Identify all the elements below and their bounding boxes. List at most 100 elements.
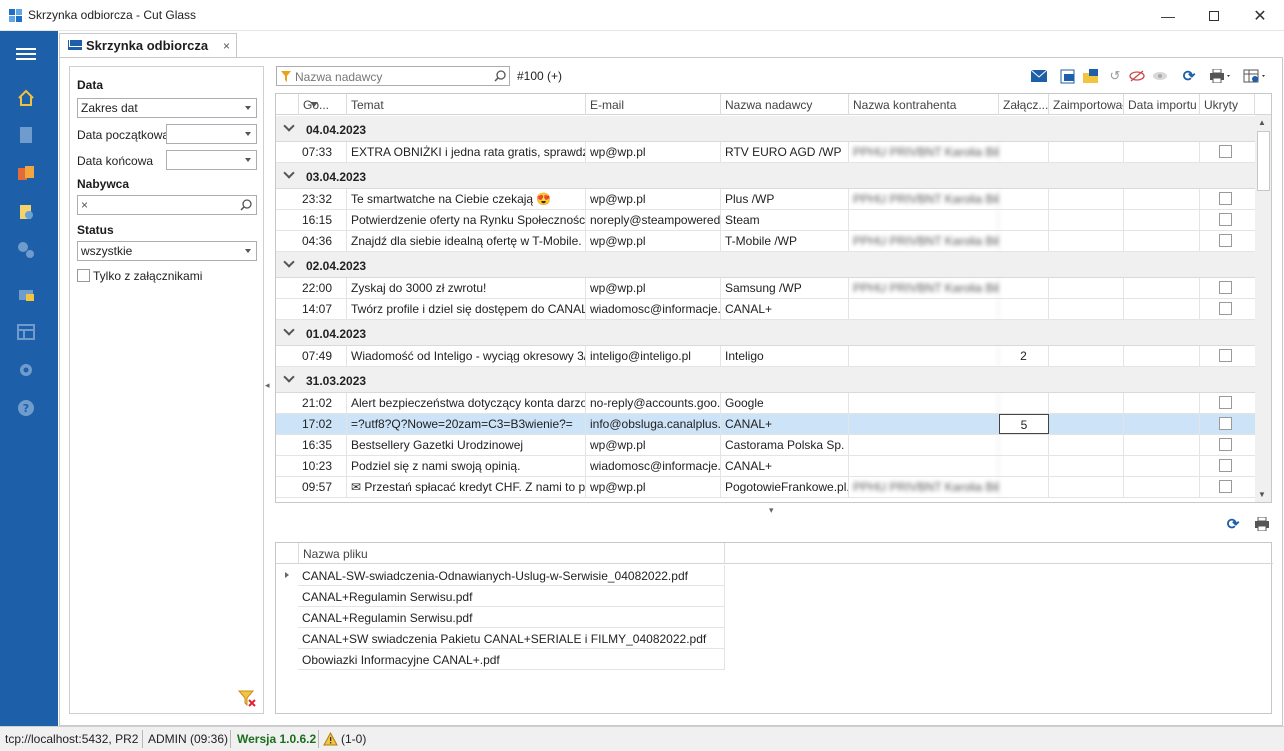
table-row[interactable]: 10:23 Podziel się z nami swoją opinią. wia…: [276, 456, 1255, 477]
settings-icon[interactable]: [15, 359, 37, 381]
hidden-checkbox[interactable]: [1219, 417, 1232, 430]
table-row[interactable]: 21:02 Alert bezpieczeństwa dotyczący kont…: [276, 393, 1255, 414]
attachment-file-row[interactable]: CANAL+Regulamin Serwisu.pdf: [298, 607, 725, 628]
cell-col-email: wp@wp.pl: [586, 435, 721, 455]
hidden-checkbox[interactable]: [1219, 234, 1232, 247]
column-header-col-import-date[interactable]: Data importu: [1124, 94, 1200, 115]
attachment-file-row[interactable]: CANAL+Regulamin Serwisu.pdf: [298, 586, 725, 607]
cell-col-time: 07:33: [298, 142, 347, 162]
hidden-checkbox[interactable]: [1219, 302, 1232, 315]
hidden-checkbox[interactable]: [1219, 459, 1232, 472]
collapse-group-icon[interactable]: [283, 120, 295, 132]
warning-icon[interactable]: [323, 732, 338, 746]
book-icon[interactable]: [15, 124, 37, 146]
table-icon[interactable]: [15, 321, 37, 343]
end-date-field[interactable]: [166, 150, 257, 170]
window-title: Skrzynka odbiorcza - Cut Glass: [28, 8, 197, 22]
open-folder-icon[interactable]: [1082, 68, 1100, 84]
hidden-checkbox[interactable]: [1219, 349, 1232, 362]
cell-col-import-date: [1124, 414, 1200, 434]
collapse-group-icon[interactable]: [283, 256, 295, 268]
undo-icon[interactable]: ↺: [1106, 68, 1124, 84]
cell-col-sender: Inteligo: [721, 346, 849, 366]
column-header-col-sender[interactable]: Nazwa nadawcy: [721, 94, 849, 115]
hidden-checkbox[interactable]: [1219, 281, 1232, 294]
group-row[interactable]: 03.04.2023: [276, 163, 1255, 189]
group-row[interactable]: 02.04.2023: [276, 252, 1255, 278]
start-date-field[interactable]: [166, 124, 257, 144]
column-header-col-subject[interactable]: Temat: [347, 94, 586, 115]
table-row[interactable]: 23:32 Te smartwatche na Ciebie czekają 😍 w…: [276, 189, 1255, 210]
column-header-col-time[interactable]: Go...: [298, 94, 347, 115]
user-file-icon[interactable]: [15, 201, 37, 223]
date-range-select[interactable]: Zakres dat: [77, 98, 257, 118]
vertical-scrollbar[interactable]: ▲ ▼: [1255, 115, 1271, 502]
table-row[interactable]: 16:35 Bestsellery Gazetki Urodzinowej wp@w…: [276, 435, 1255, 456]
buyer-field[interactable]: ×: [77, 195, 257, 215]
collapse-group-icon[interactable]: [283, 167, 295, 179]
collapse-panel-icon[interactable]: ◂: [265, 380, 270, 391]
home-icon[interactable]: [15, 87, 37, 109]
splitter-handle-icon[interactable]: ▾: [769, 505, 774, 516]
status-select[interactable]: wszystkie: [77, 241, 257, 261]
column-file-name[interactable]: Nazwa pliku: [298, 543, 725, 564]
table-row[interactable]: 07:49 Wiadomość od Inteligo - wyciąg okre…: [276, 346, 1255, 367]
hidden-checkbox[interactable]: [1219, 213, 1232, 226]
group-row[interactable]: 31.03.2023: [276, 367, 1255, 393]
column-header-col-hidden[interactable]: Ukryty: [1200, 94, 1255, 115]
sender-search-input[interactable]: Nazwa nadawcy: [276, 66, 510, 86]
attachments-print-icon[interactable]: [1253, 516, 1271, 532]
date-range-value: Zakres dat: [81, 101, 138, 115]
maximize-button[interactable]: [1191, 0, 1237, 31]
show-icon[interactable]: [1151, 68, 1169, 84]
cell-col-email: noreply@steampowered...: [586, 210, 721, 230]
attachments-refresh-icon[interactable]: ⟳: [1224, 516, 1242, 533]
hidden-checkbox[interactable]: [1219, 480, 1232, 493]
attachment-file-row[interactable]: Obowiazki Informacyjne CANAL+.pdf: [298, 649, 725, 670]
refresh-icon[interactable]: ⟳: [1180, 68, 1198, 85]
minimize-button[interactable]: —: [1145, 0, 1191, 31]
group-row[interactable]: 04.04.2023: [276, 116, 1255, 142]
table-row[interactable]: 14:07 Twórz profile i dziel się dostępem …: [276, 299, 1255, 320]
search-icon[interactable]: [494, 70, 506, 82]
print-icon[interactable]: [1208, 68, 1234, 84]
table-row[interactable]: 04:36 Znajdź dla siebie idealną ofertę w …: [276, 231, 1255, 252]
gears-icon[interactable]: [15, 239, 37, 261]
import-mail-icon[interactable]: [1059, 68, 1077, 84]
attachment-file-row[interactable]: CANAL+SW swiadczenia Pakietu CANAL+SERIA…: [298, 628, 725, 649]
table-row[interactable]: 22:00 Zyskaj do 3000 zł zwrotu! wp@wp.pl Sa…: [276, 278, 1255, 299]
hidden-checkbox[interactable]: [1219, 145, 1232, 158]
search-icon[interactable]: [240, 199, 252, 211]
hidden-checkbox[interactable]: [1219, 192, 1232, 205]
briefcase-icon[interactable]: [15, 283, 37, 305]
column-header-col-attachments[interactable]: Załącz...: [999, 94, 1049, 115]
cell-col-contractor: [849, 346, 999, 366]
column-chooser-icon[interactable]: [1242, 68, 1270, 84]
documents-icon[interactable]: [15, 163, 37, 185]
tab-inbox[interactable]: Skrzynka odbiorcza ×: [59, 33, 237, 58]
tab-close-icon[interactable]: ×: [223, 39, 230, 53]
attachments-only-checkbox[interactable]: [77, 269, 90, 282]
column-header-col-email[interactable]: E-mail: [586, 94, 721, 115]
table-row[interactable]: 09:57 ✉ Przestań spłacać kredyt CHF. Z na…: [276, 477, 1255, 498]
column-header-col-imported-by[interactable]: Zaimportował: [1049, 94, 1124, 115]
hide-icon[interactable]: [1128, 68, 1146, 84]
close-window-button[interactable]: ✕: [1237, 0, 1283, 31]
table-row[interactable]: 17:02 =?utf8?Q?Nowe=20zam=C3=B3wienie?= in…: [276, 414, 1255, 435]
table-row[interactable]: 16:15 Potwierdzenie oferty na Rynku Społe…: [276, 210, 1255, 231]
collapse-group-icon[interactable]: [283, 371, 295, 383]
cell-col-email: wp@wp.pl: [586, 142, 721, 162]
clear-filter-icon[interactable]: [237, 688, 257, 708]
group-row[interactable]: 01.04.2023: [276, 320, 1255, 346]
column-header-col-contractor[interactable]: Nazwa kontrahenta: [849, 94, 999, 115]
attachment-file-row[interactable]: CANAL-SW-swiadczenia-Odnawianych-Uslug-w…: [298, 565, 725, 586]
collapse-group-icon[interactable]: [283, 324, 295, 336]
new-mail-icon[interactable]: [1030, 68, 1048, 84]
clear-icon[interactable]: ×: [81, 198, 88, 212]
hidden-checkbox[interactable]: [1219, 438, 1232, 451]
menu-icon[interactable]: [15, 43, 37, 65]
cell-col-subject: Te smartwatche na Ciebie czekają 😍: [347, 189, 586, 209]
table-row[interactable]: 07:33 EXTRA OBNIŻKI i jedna rata gratis, …: [276, 142, 1255, 163]
hidden-checkbox[interactable]: [1219, 396, 1232, 409]
help-icon[interactable]: ?: [15, 397, 37, 419]
